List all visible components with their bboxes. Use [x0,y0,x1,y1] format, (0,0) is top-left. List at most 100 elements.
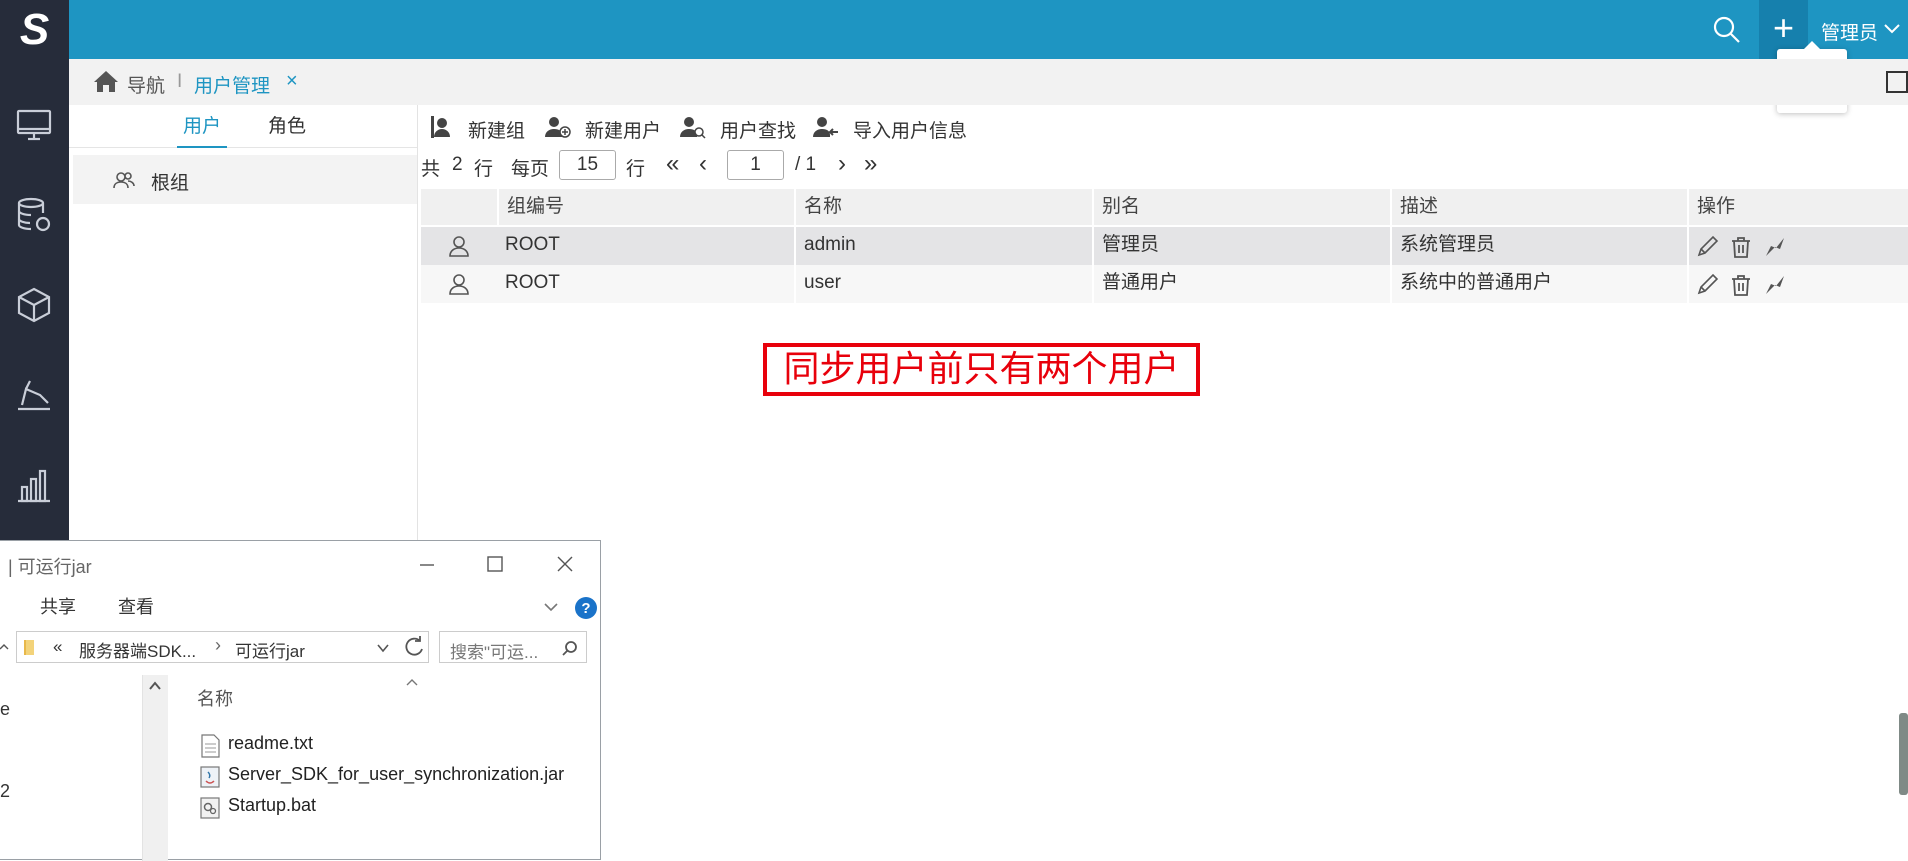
annotation-text: 同步用户前只有两个用户 [783,348,1180,389]
table-row[interactable]: ROOT user 普通用户 系统中的普通用户 [421,265,1908,303]
top-bar: + 管理员 [69,0,1908,59]
text-file-icon [201,734,220,758]
breadcrumb: 导航 I 用户管理 × [69,59,1908,105]
tree-item-root-group[interactable]: 根组 [73,155,417,204]
nav-pane-fragment: 2 [0,781,11,801]
scroll-up-arrow-icon[interactable] [148,679,162,691]
header-alias[interactable]: 别名 [1092,189,1390,225]
page-scrollbar[interactable] [1899,713,1908,795]
assign-role-icon[interactable] [1763,235,1787,259]
cell-alias: 普通用户 [1092,265,1390,303]
per-page-suffix: 行 [626,159,646,180]
total-suffix: 行 [474,159,494,180]
prev-page-button[interactable]: ‹ [699,150,707,178]
file-explorer-window: | 可运行jar 共享 查看 ? « 服务器端SDK... › 可运行jar 搜… [0,540,601,861]
annotation-callout: 同步用户前只有两个用户 [763,343,1200,396]
search-icon[interactable] [1711,14,1743,46]
table-row[interactable]: ROOT admin 管理员 系统管理员 [421,227,1908,265]
chart-report-icon[interactable] [14,375,54,415]
monitor-icon[interactable] [14,105,54,145]
user-search-icon [680,117,706,139]
cell-name: admin [794,227,1092,265]
cell-ops [1687,265,1908,303]
batch-file-icon [200,797,220,819]
search-placeholder: 搜索"可运... [450,643,539,662]
header-icon-col [421,189,497,225]
breadcrumb-active-tab[interactable]: 用户管理 [194,71,270,98]
delete-trash-icon[interactable] [1729,273,1753,297]
address-bar[interactable]: « 服务器端SDK... › 可运行jar [16,631,429,663]
page-total: / 1 [795,154,817,175]
address-current[interactable]: 可运行jar [235,637,305,662]
nav-pane-scrollbar[interactable] [142,675,168,861]
group-icon [113,172,135,189]
chevron-right-icon: › [215,635,221,655]
header-name[interactable]: 名称 [794,189,1092,225]
tab-roles[interactable]: 角色 [268,111,306,146]
nav-pane-fragment: e [0,699,11,719]
page-number-input[interactable]: 1 [727,150,784,180]
cell-group: ROOT [505,234,560,255]
refresh-icon[interactable] [400,633,428,661]
breadcrumb-nav[interactable]: 导航 [127,71,165,98]
chevron-up-icon[interactable] [0,641,10,653]
new-group-label: 新建组 [468,121,526,142]
search-icon [562,641,577,656]
jar-file-icon [200,766,220,788]
assign-role-icon[interactable] [1763,273,1787,297]
cell-alias: 管理员 [1092,227,1390,265]
per-page-label: 每页 [511,159,550,180]
svg-text:?: ? [581,600,590,617]
user-menu-label[interactable]: 管理员 [1821,18,1878,45]
user-icon [449,236,469,257]
total-count: 2 [452,154,463,175]
file-name: Startup.bat [228,795,317,815]
app-logo[interactable]: S [0,0,69,59]
file-name: readme.txt [228,733,314,753]
sort-up-icon[interactable] [405,677,419,687]
menu-view[interactable]: 查看 [118,593,154,619]
import-user-label: 导入用户信息 [853,121,968,142]
header-desc[interactable]: 描述 [1390,189,1687,225]
breadcrumb-separator: I [177,71,183,92]
per-page-input[interactable]: 15 [559,150,616,180]
database-settings-icon[interactable] [14,195,54,235]
chevron-down-icon[interactable] [1882,18,1902,38]
cube-icon[interactable] [14,285,54,325]
chevron-down-icon[interactable] [375,640,391,656]
menu-share[interactable]: 共享 [40,593,76,619]
close-window-icon[interactable] [550,549,580,579]
folder-icon [24,640,34,655]
edit-pencil-icon[interactable] [1695,273,1719,297]
address-prefix: « [53,637,63,656]
address-parent[interactable]: 服务器端SDK... [79,637,196,662]
edit-pencil-icon[interactable] [1695,235,1719,259]
maximize-icon[interactable] [1886,71,1908,93]
maximize-window-icon[interactable] [480,549,510,579]
chevron-down-icon[interactable] [542,598,560,616]
plus-icon: + [1772,7,1795,48]
user-group-icon [431,116,450,138]
logo-text: S [19,5,50,54]
new-user-label: 新建用户 [585,121,662,142]
column-header-name[interactable]: 名称 [197,685,233,711]
cell-group: ROOT [505,272,560,293]
delete-trash-icon[interactable] [1729,235,1753,259]
bar-chart-icon[interactable] [14,465,54,505]
first-page-button[interactable]: « [666,150,679,178]
last-page-button[interactable]: » [864,150,877,178]
add-user-icon [545,117,571,138]
header-group[interactable]: 组编号 [497,189,794,225]
close-tab-icon[interactable]: × [286,70,298,93]
search-field[interactable]: 搜索"可运... [439,631,587,663]
home-icon[interactable] [93,69,119,93]
panel-tabs: 用户 角色 [69,105,417,148]
next-page-button[interactable]: › [838,150,846,178]
find-user-label: 用户查找 [720,121,797,142]
tab-users[interactable]: 用户 [177,111,228,148]
minimize-icon[interactable] [412,549,442,579]
help-icon[interactable]: ? [574,596,598,620]
user-icon [449,274,469,295]
file-name: Server_SDK_for_user_synchronization.jar [228,764,565,784]
header-ops: 操作 [1687,189,1908,225]
